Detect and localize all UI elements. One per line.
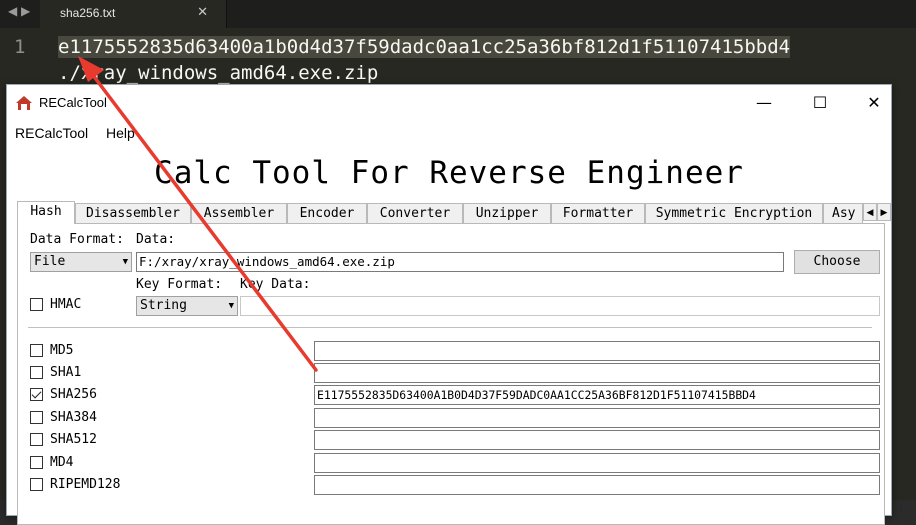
data-format-label: Data Format:: [30, 232, 124, 247]
md5-output[interactable]: [314, 341, 880, 361]
key-format-label: Key Format:: [136, 277, 223, 292]
tab-assembler[interactable]: Assembler: [191, 203, 287, 223]
sha512-label: SHA512: [50, 432, 97, 447]
key-data-input[interactable]: [240, 296, 880, 316]
md5-label: MD5: [50, 343, 74, 358]
tab-symmetric-encryption[interactable]: Symmetric Encryption: [645, 203, 823, 223]
md4-label: MD4: [50, 455, 74, 470]
recalctool-window: RECalcTool — ☐ ✕ RECalcTool Help Calc To…: [6, 84, 892, 525]
tab-scroll-left-icon[interactable]: ◀: [863, 203, 877, 221]
ripemd128-label: RIPEMD128: [50, 477, 121, 492]
minimize-button[interactable]: —: [749, 91, 779, 115]
md4-checkbox[interactable]: [30, 456, 43, 469]
hash-panel: Data Format: Data: File ▼ F:/xray/xray_w…: [17, 223, 885, 525]
data-format-value: File: [34, 254, 66, 269]
key-data-label: Key Data:: [240, 277, 311, 292]
code-line-1: e1175552835d63400a1b0d4d37f59dadc0aa1cc2…: [58, 36, 791, 58]
window-title: RECalcTool: [39, 95, 107, 110]
line-number: 1: [14, 36, 26, 58]
data-input[interactable]: F:/xray/xray_windows_amd64.exe.zip: [136, 252, 784, 272]
tab-bar: Hash Disassembler Assembler Encoder Conv…: [17, 201, 891, 224]
divider: [28, 327, 872, 328]
md5-checkbox[interactable]: [30, 344, 43, 357]
hmac-label: HMAC: [50, 297, 82, 312]
sha1-output[interactable]: [314, 363, 880, 383]
tab-scroll-left-icon[interactable]: ◀ ▶: [8, 4, 30, 18]
editor-tab-title: sha256.txt: [60, 6, 116, 20]
code-area[interactable]: e1175552835d63400a1b0d4d37f59dadc0aa1cc2…: [58, 34, 791, 86]
sha512-checkbox[interactable]: [30, 433, 43, 446]
maximize-button[interactable]: ☐: [805, 91, 835, 115]
sha1-checkbox[interactable]: [30, 366, 43, 379]
editor-tab-bar: ◀ ▶ sha256.txt ✕: [0, 0, 916, 28]
sha256-output[interactable]: E1175552835D63400A1B0D4D37F59DADC0AA1CC2…: [314, 385, 880, 405]
close-button[interactable]: ✕: [859, 91, 889, 115]
page-title: Calc Tool For Reverse Engineer: [154, 155, 744, 191]
tab-formatter[interactable]: Formatter: [551, 203, 645, 223]
editor-tab[interactable]: sha256.txt ✕: [40, 0, 227, 28]
ripemd128-checkbox[interactable]: [30, 478, 43, 491]
chevron-down-icon: ▼: [122, 257, 128, 267]
choose-button[interactable]: Choose: [794, 250, 880, 274]
data-format-select[interactable]: File ▼: [30, 252, 132, 272]
md4-output[interactable]: [314, 453, 880, 473]
sha256-label: SHA256: [50, 387, 97, 402]
tab-hash[interactable]: Hash: [17, 201, 75, 224]
tab-scroll-right-icon[interactable]: ▶: [877, 203, 891, 221]
key-format-value: String: [140, 298, 187, 313]
sha1-label: SHA1: [50, 365, 82, 380]
tab-disassembler[interactable]: Disassembler: [75, 203, 191, 223]
data-label: Data:: [136, 232, 176, 247]
menu-bar: RECalcTool Help: [7, 123, 891, 147]
code-line-2: ./xray_windows_amd64.exe.zip: [58, 62, 379, 84]
menu-recalctool[interactable]: RECalcTool: [15, 125, 88, 141]
tab-encoder[interactable]: Encoder: [287, 203, 367, 223]
sha512-output[interactable]: [314, 430, 880, 450]
tab-asymmetric[interactable]: Asy: [823, 203, 863, 223]
close-icon[interactable]: ✕: [197, 5, 208, 20]
sha384-output[interactable]: [314, 408, 880, 428]
ripemd128-output[interactable]: [314, 475, 880, 495]
sha384-checkbox[interactable]: [30, 411, 43, 424]
app-logo-icon: [16, 96, 32, 110]
sha256-checkbox[interactable]: [30, 388, 43, 401]
key-format-select[interactable]: String ▼: [136, 296, 238, 316]
sha384-label: SHA384: [50, 410, 97, 425]
hmac-checkbox[interactable]: [30, 298, 43, 311]
chevron-down-icon: ▼: [228, 301, 234, 311]
tab-unzipper[interactable]: Unzipper: [463, 203, 551, 223]
tab-converter[interactable]: Converter: [367, 203, 463, 223]
menu-help[interactable]: Help: [106, 125, 135, 141]
title-bar: RECalcTool — ☐ ✕: [7, 85, 891, 121]
